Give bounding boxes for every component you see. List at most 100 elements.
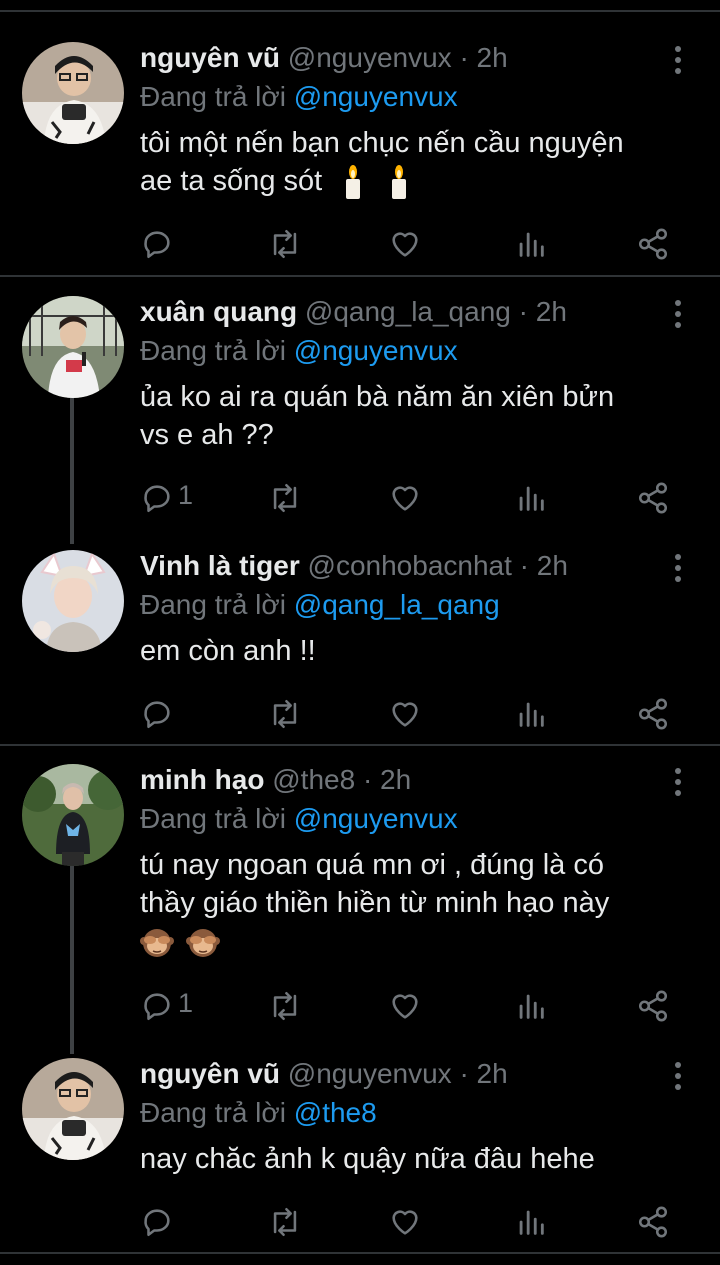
share-icon — [638, 1206, 668, 1238]
timestamp[interactable]: 2h — [537, 550, 568, 581]
retweet-icon — [273, 483, 297, 513]
tweet-text: nay chăc ảnh k quậy nữa đâu hehe — [140, 1140, 660, 1178]
timestamp[interactable]: 2h — [536, 296, 567, 327]
reply-icon — [144, 993, 170, 1021]
analytics-icon — [519, 232, 544, 257]
tweet-text-line: ủa ko ai ra quán bà năm ăn xiên bửn — [140, 381, 615, 413]
separator-dot: · — [519, 550, 529, 581]
tweet-content: minh hạo @the8 · 2h Đang trả lời @nguyen… — [140, 764, 660, 960]
separator-dot: · — [362, 764, 373, 795]
tweet-actions — [140, 224, 680, 264]
reply-feed: nguyên vũ @nguyenvux · 2h Đang trả lời @… — [0, 0, 720, 1265]
tweet-header: nguyên vũ @nguyenvux · 2h — [140, 1054, 660, 1094]
display-name[interactable]: nguyên vũ — [140, 1058, 280, 1089]
heart-icon — [392, 486, 418, 511]
tweet-text-line: thầy giáo thiền hiền từ minh hạo này — [140, 887, 610, 919]
tweet-header: Vinh là tiger @conhobacnhat · 2h — [140, 546, 660, 586]
tweet-actions — [140, 694, 680, 734]
timestamp[interactable]: 2h — [477, 1058, 508, 1089]
tweet[interactable]: nguyên vũ @nguyenvux · 2h Đang trả lời @… — [0, 1058, 720, 1248]
retweet-icon — [273, 991, 297, 1021]
tweet-header: xuân quang @qang_la_qang · 2h — [140, 292, 660, 332]
candle-emoji-icon — [392, 165, 407, 200]
reply-icon — [144, 701, 170, 729]
more-icon[interactable] — [666, 1058, 690, 1094]
replying-prefix: Đang trả lời — [140, 803, 286, 834]
tweet-content: xuân quang @qang_la_qang · 2h Đang trả l… — [140, 296, 660, 454]
avatar-image — [22, 550, 124, 652]
avatar[interactable] — [22, 764, 124, 866]
separator-dot: · — [459, 42, 469, 73]
username[interactable]: @qang_la_qang — [305, 296, 511, 327]
display-name[interactable]: minh hạo — [140, 764, 264, 795]
replying-prefix: Đang trả lời — [140, 335, 286, 366]
tweet[interactable]: Vinh là tiger @conhobacnhat · 2h Đang tr… — [0, 550, 720, 740]
more-icon[interactable] — [666, 42, 690, 78]
username[interactable]: @nguyenvux — [288, 42, 452, 73]
tweet[interactable]: minh hạo @the8 · 2h Đang trả lời @nguyen… — [0, 764, 720, 1054]
mention-link[interactable]: @nguyenvux — [294, 81, 458, 112]
avatar-image — [22, 764, 124, 866]
tweet-text-line: tú nay ngoan quá mn ơi , đúng là có — [140, 849, 604, 881]
retweet-icon — [273, 1207, 297, 1237]
mention-link[interactable]: @the8 — [294, 1097, 377, 1128]
tweet-text-line: tôi một nến bạn chục nến cầu nguyện — [140, 127, 624, 159]
more-icon[interactable] — [666, 550, 690, 586]
display-name[interactable]: Vinh là tiger — [140, 550, 300, 581]
mention-link[interactable]: @nguyenvux — [294, 335, 458, 366]
reply-count: 1 — [178, 480, 194, 510]
avatar[interactable] — [22, 550, 124, 652]
avatar[interactable] — [22, 1058, 124, 1160]
username[interactable]: @nguyenvux — [288, 1058, 452, 1089]
more-icon[interactable] — [666, 296, 690, 332]
display-name[interactable]: nguyên vũ — [140, 42, 280, 73]
reply-icon — [144, 485, 170, 513]
tweet-actions — [140, 1202, 680, 1242]
share-icon — [638, 698, 668, 730]
heart-icon — [392, 702, 418, 727]
mention-link[interactable]: @nguyenvux — [294, 803, 458, 834]
tweet-actions: 1 — [140, 986, 680, 1026]
see-no-evil-monkey-emoji-icon — [186, 929, 221, 958]
username[interactable]: @conhobacnhat — [308, 550, 512, 581]
see-no-evil-monkey-emoji-icon — [140, 929, 174, 958]
tweet-text-line-with-emoji: ae ta sống sót — [140, 162, 660, 200]
tweet-content: Vinh là tiger @conhobacnhat · 2h Đang tr… — [140, 550, 660, 670]
timestamp[interactable]: 2h — [477, 42, 508, 73]
top-divider — [0, 10, 720, 12]
tweet[interactable]: nguyên vũ @nguyenvux · 2h Đang trả lời @… — [0, 42, 720, 278]
mention-link[interactable]: @qang_la_qang — [294, 589, 500, 620]
share-icon — [638, 482, 668, 514]
tweet-divider — [0, 275, 720, 277]
reply-icon — [144, 1209, 170, 1237]
avatar-image — [22, 1058, 124, 1160]
retweet-icon — [273, 699, 297, 729]
analytics-icon — [519, 702, 544, 727]
separator-dot: · — [518, 296, 528, 327]
tweet-text: tú nay ngoan quá mn ơi , đúng là có thầy… — [140, 846, 660, 960]
tweet-text-line: vs e ah ?? — [140, 419, 274, 451]
tweet[interactable]: xuân quang @qang_la_qang · 2h Đang trả l… — [0, 296, 720, 526]
display-name[interactable]: xuân quang — [140, 296, 297, 327]
emoji-line — [140, 922, 660, 960]
timestamp[interactable]: 2h — [380, 764, 411, 795]
candle-emoji-icon — [346, 165, 361, 200]
username[interactable]: @the8 — [272, 764, 355, 795]
analytics-icon — [519, 486, 544, 511]
avatar[interactable] — [22, 296, 124, 398]
tweet-text: ủa ko ai ra quán bà năm ăn xiên bửn vs e… — [140, 378, 660, 454]
avatar-image — [22, 296, 124, 398]
tweet-content: nguyên vũ @nguyenvux · 2h Đang trả lời @… — [140, 42, 660, 200]
more-icon[interactable] — [666, 764, 690, 800]
heart-icon — [392, 232, 418, 257]
share-icon — [638, 990, 668, 1022]
replying-to: Đang trả lời @nguyenvux — [140, 800, 660, 838]
replying-prefix: Đang trả lời — [140, 1097, 286, 1128]
tweet-divider — [0, 744, 720, 746]
analytics-icon — [519, 1210, 544, 1235]
separator-dot: · — [459, 1058, 469, 1089]
analytics-icon — [519, 994, 544, 1019]
avatar[interactable] — [22, 42, 124, 144]
tweet-text-line: em còn anh !! — [140, 635, 316, 667]
replying-to: Đang trả lời @qang_la_qang — [140, 586, 660, 624]
